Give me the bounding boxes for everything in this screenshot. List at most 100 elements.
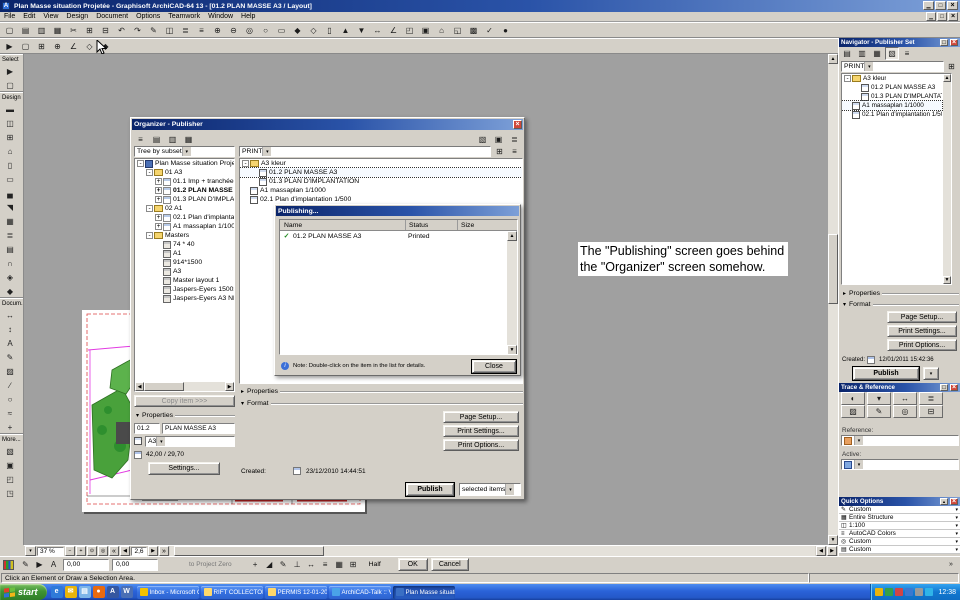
mdi-restore-button[interactable]: [937, 12, 947, 21]
publishing-dialog[interactable]: Publishing... Name Status Size ✓ 01.2 PL…: [274, 204, 521, 376]
publishing-list-scrollbar[interactable]: [507, 231, 517, 354]
tree-item[interactable]: 74 * 40: [135, 240, 234, 249]
tree-expander[interactable]: -: [242, 160, 249, 167]
mdi-minimize-button[interactable]: [926, 12, 936, 21]
zoom-out-icon[interactable]: −: [65, 546, 75, 556]
chevron-down-icon[interactable]: [854, 436, 863, 445]
navigator-close-icon[interactable]: [950, 39, 958, 46]
publishing-close-button[interactable]: Close: [471, 359, 517, 374]
mesh-snap-icon[interactable]: ▦: [332, 558, 346, 571]
zoom-in-icon[interactable]: ⊕: [210, 23, 225, 37]
fill-tool-icon[interactable]: ▨: [0, 364, 20, 378]
organizer-properties-header[interactable]: Properties: [239, 386, 523, 396]
bring-forward-icon[interactable]: ▲: [338, 23, 353, 37]
tree-item[interactable]: 01.2 PLAN MASSE A3: [842, 83, 942, 92]
navigator-format-header[interactable]: Format: [841, 299, 959, 309]
reference-select[interactable]: [841, 435, 959, 446]
quick-option-layer-combination[interactable]: ✎ Custom: [839, 506, 960, 514]
01.2 PLAN MASSE A3[interactable]: ✓ 01.2 PLAN MASSE A3 Printed: [280, 231, 517, 241]
chevron-down-icon[interactable]: [505, 484, 515, 495]
tree-expander[interactable]: +: [155, 196, 162, 203]
trace-pen-icon[interactable]: ✎: [867, 405, 891, 418]
pan-icon[interactable]: ⊙: [87, 546, 97, 556]
zoom-menu-button[interactable]: ▾: [25, 546, 36, 556]
navigator-properties-header[interactable]: Properties: [841, 288, 959, 298]
scroll-down-button[interactable]: [828, 535, 838, 545]
tree-item[interactable]: - 02 A1: [135, 204, 234, 213]
navigator-options-icon[interactable]: [940, 39, 948, 46]
figure-tool-icon[interactable]: ▧: [0, 444, 20, 458]
quick-options-close-icon[interactable]: [950, 498, 958, 505]
trace-fill-icon[interactable]: ▨: [841, 405, 865, 418]
window-titlebar[interactable]: A Plan Masse situation Projetée - Graphi…: [0, 0, 960, 12]
tree-expander[interactable]: -: [146, 205, 153, 212]
horizontal-scroll-thumb[interactable]: [144, 382, 184, 391]
orbit-icon[interactable]: ○: [258, 23, 273, 37]
grid-lock-icon[interactable]: ⊞: [346, 558, 360, 571]
rows-icon[interactable]: ≡: [318, 558, 332, 571]
organizer-left-tree-scrollbar[interactable]: [135, 382, 234, 391]
tree-item[interactable]: - 01 A3: [135, 168, 234, 177]
trace-move-icon[interactable]: ↔: [893, 392, 917, 405]
organizer-publisher-icon[interactable]: ▧: [475, 132, 490, 146]
task-plan-masse[interactable]: Plan Masse situation ...: [392, 585, 455, 599]
settings-button[interactable]: Settings...: [148, 462, 220, 475]
chevron-down-icon[interactable]: [955, 530, 958, 537]
pen-sets-preview-icon[interactable]: [3, 559, 14, 570]
column-tool-icon[interactable]: ▯: [0, 158, 20, 172]
publisher-set-add-icon[interactable]: ⊞: [493, 146, 506, 157]
tree-item[interactable]: 01.3 PLAN D'IMPLANTATION: [240, 177, 522, 186]
perpendicular-icon[interactable]: ⊥: [290, 558, 304, 571]
chevron-down-icon[interactable]: [955, 522, 958, 529]
publishing-list[interactable]: Name Status Size ✓ 01.2 PLAN MASSE A3 Pr…: [279, 219, 518, 355]
publish-options-icon[interactable]: ▾: [923, 367, 939, 380]
tree-item[interactable]: - Plan Masse situation Projetée: [135, 159, 234, 168]
organizer-view-map-icon[interactable]: ▥: [165, 132, 180, 146]
angle-icon[interactable]: ∠: [386, 23, 401, 37]
organizer-layout-book-icon[interactable]: ▦: [181, 132, 196, 146]
navigator-publisher-icon[interactable]: ▧: [885, 47, 899, 60]
morph-tool-icon[interactable]: ◆: [0, 284, 20, 298]
arrow-mode-icon[interactable]: ▶: [2, 39, 17, 53]
tray-icon-2[interactable]: [885, 588, 894, 596]
organizer-chooser-icon[interactable]: ≡: [133, 132, 148, 146]
scroll-right-button[interactable]: [827, 546, 837, 556]
layout-id-field[interactable]: 01.2: [134, 423, 160, 434]
label-tool-icon[interactable]: ✎: [0, 350, 20, 364]
minimize-button[interactable]: [923, 1, 934, 10]
start-button[interactable]: start: [0, 584, 47, 600]
publisher-set-menu-icon[interactable]: ≡: [508, 146, 521, 157]
chevron-down-icon[interactable]: [854, 460, 863, 469]
check-icon[interactable]: ✓: [482, 23, 497, 37]
task-rift-collectors[interactable]: RIFT COLLECTORS E...: [200, 585, 263, 599]
3d-window-icon[interactable]: ⌂: [434, 23, 449, 37]
scroll-right-button[interactable]: [225, 382, 234, 391]
snap-points-icon[interactable]: ◇: [82, 39, 97, 53]
organizer-left-properties-header[interactable]: Properties: [134, 411, 235, 420]
menu-item[interactable]: Document: [92, 12, 132, 21]
organizer-titlebar[interactable]: Organizer - Publisher: [132, 119, 523, 130]
redo-icon[interactable]: ↷: [130, 23, 145, 37]
tree-item[interactable]: A1 massaplan 1/1000: [842, 100, 943, 111]
outlook-quicklaunch-icon[interactable]: ✉: [64, 586, 77, 598]
quick-options-titlebar[interactable]: Quick Options ▴: [839, 497, 960, 506]
tree-item[interactable]: Jaspers-Eyers A3 NL H...: [135, 294, 234, 303]
publish-scope-select[interactable]: selected items: [459, 483, 521, 496]
pen-set-icon[interactable]: ≡: [194, 23, 209, 37]
organizer-left-tree[interactable]: - Plan Masse situation Projetée - 01 A3 …: [134, 158, 235, 392]
menu-item[interactable]: Options: [132, 12, 164, 21]
x-coordinate-field[interactable]: 0,00: [63, 558, 109, 571]
column-guide-icon[interactable]: ▯: [322, 23, 337, 37]
trace-settings-icon[interactable]: ≣: [919, 392, 943, 405]
tray-icon-4[interactable]: [905, 588, 914, 596]
menu-item[interactable]: Window: [204, 12, 237, 21]
publishing-titlebar[interactable]: Publishing...: [276, 206, 519, 216]
menu-item[interactable]: File: [0, 12, 19, 21]
navigator-view-map-icon[interactable]: ▥: [855, 47, 869, 60]
previous-view-button[interactable]: [120, 546, 130, 556]
control-bar-overflow-icon[interactable]: [945, 558, 957, 571]
task-outlook[interactable]: Inbox - Microsoft Out...: [136, 585, 199, 599]
mdi-close-button[interactable]: [948, 12, 958, 21]
text-style-icon[interactable]: A: [47, 558, 60, 571]
page-setup-button[interactable]: Page Setup...: [443, 411, 519, 423]
